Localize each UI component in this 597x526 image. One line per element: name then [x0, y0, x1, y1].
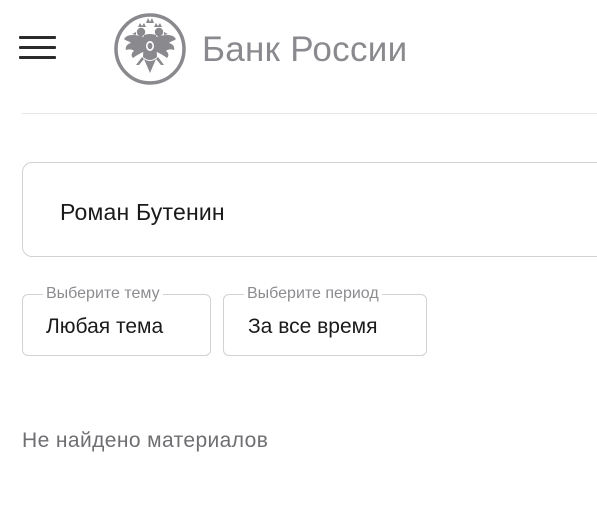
menu-bar-top — [19, 36, 56, 39]
search-query-text: Роман Бутенин — [60, 199, 225, 225]
bank-name: Банк России — [202, 30, 408, 69]
search-input[interactable]: Роман Бутенин — [22, 162, 597, 257]
menu-bar-bottom — [19, 56, 56, 59]
header-divider — [22, 113, 597, 114]
double-headed-eagle-emblem-icon — [114, 13, 186, 85]
hamburger-menu-icon[interactable] — [19, 34, 57, 62]
topic-select-label: Выберите тему — [43, 285, 163, 303]
no-results-message: Не найдено материалов — [22, 429, 269, 452]
page: Банк России Роман Бутенин Выберите тему … — [0, 0, 597, 526]
bank-logo[interactable]: Банк России — [114, 12, 407, 86]
period-select-label: Выберите период — [244, 285, 382, 303]
site-header: Банк России — [0, 0, 597, 114]
period-select[interactable]: Выберите период За все время — [223, 285, 427, 356]
topic-select[interactable]: Выберите тему Любая тема — [22, 285, 211, 356]
menu-bar-middle — [19, 46, 56, 49]
topic-select-value: Любая тема — [46, 315, 164, 338]
period-select-value: За все время — [248, 315, 378, 338]
